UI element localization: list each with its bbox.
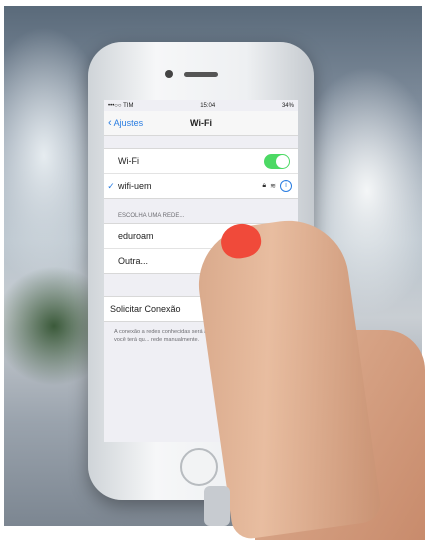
front-camera-icon (165, 70, 173, 78)
carrier-label: •••○○ TIM (108, 102, 134, 109)
wifi-toggle-label: Wi-Fi (118, 156, 139, 166)
earpiece (184, 72, 218, 77)
info-icon[interactable]: i (280, 180, 292, 192)
wifi-signal-icon: ≋ (270, 183, 276, 190)
connected-network-label: wifi-uem (118, 181, 152, 191)
home-button[interactable] (180, 448, 218, 486)
navigation-bar: ‹ Ajustes Wi-Fi (104, 111, 298, 136)
wifi-group: Wi-Fi ✓ wifi-uem 🔒︎ ≋ i (104, 148, 298, 199)
battery-label: 34% (281, 102, 294, 109)
clock: 15:04 (200, 102, 216, 109)
wifi-toggle-row: Wi-Fi (104, 149, 298, 173)
networks-section-header: ESCOLHA UMA REDE... (118, 213, 185, 219)
page-title: Wi-Fi (190, 118, 212, 128)
wristwatch (204, 486, 230, 526)
connected-network-row[interactable]: ✓ wifi-uem 🔒︎ ≋ i (104, 173, 298, 198)
wifi-toggle[interactable] (264, 153, 290, 169)
checkmark-icon: ✓ (107, 180, 115, 191)
status-bar: •••○○ TIM 15:04 34% (104, 100, 298, 111)
toggle-knob (276, 154, 289, 168)
lock-icon: 🔒︎ (262, 182, 267, 189)
